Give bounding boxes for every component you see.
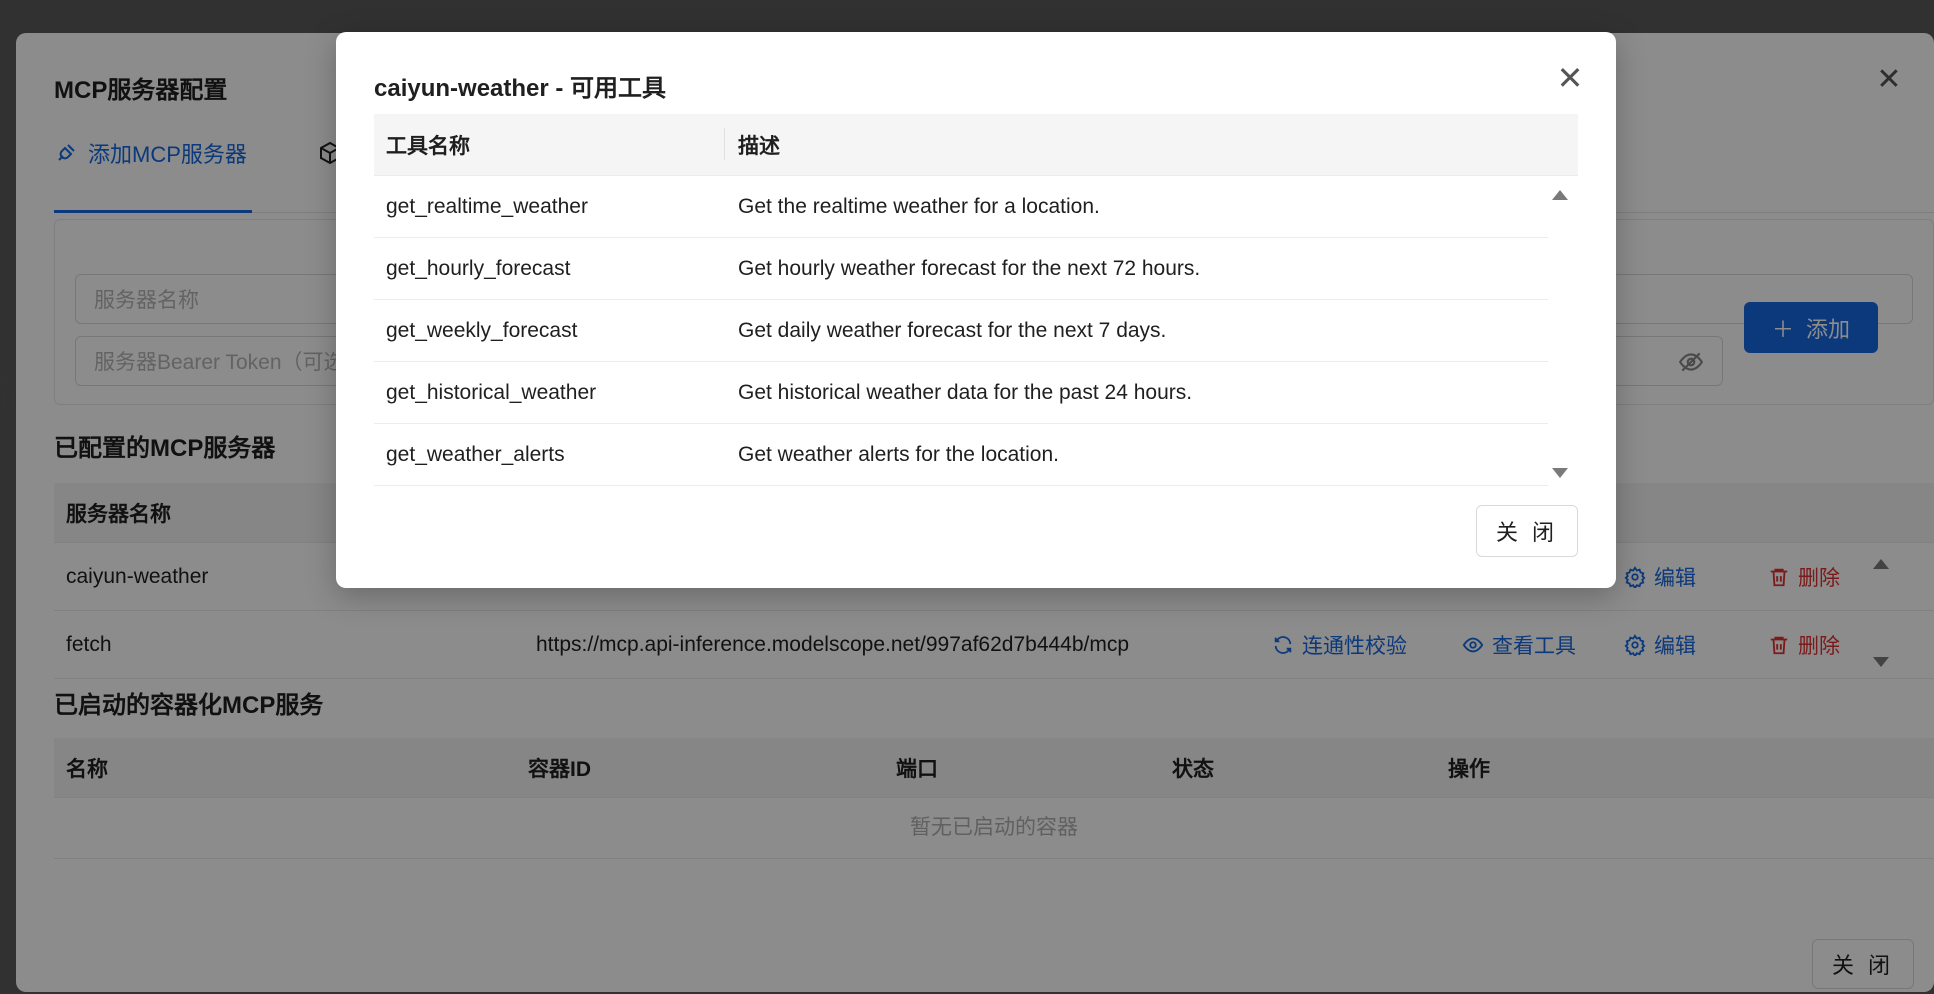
- scroll-down-arrow[interactable]: [1552, 468, 1568, 478]
- column-header-tool-name: 工具名称: [386, 134, 470, 158]
- close-icon[interactable]: ✕: [1552, 60, 1588, 96]
- table-row: get_realtime_weather Get the realtime we…: [374, 176, 1548, 238]
- tool-name: get_historical_weather: [386, 380, 597, 404]
- clipped-text: 搬订: [0, 369, 14, 411]
- tool-name: get_hourly_forecast: [386, 256, 571, 280]
- tool-description: Get hourly weather forecast for the next…: [738, 256, 1201, 280]
- table-row: get_hourly_forecast Get hourly weather f…: [374, 238, 1548, 300]
- tools-table: 工具名称 描述 get_realtime_weather Get the rea…: [374, 114, 1578, 486]
- table-header: 工具名称 描述: [374, 114, 1578, 176]
- table-row: get_weather_alerts Get weather alerts fo…: [374, 424, 1548, 486]
- column-divider: [724, 128, 725, 160]
- table-row: get_weekly_forecast Get daily weather fo…: [374, 300, 1548, 362]
- tool-name: get_weather_alerts: [386, 442, 565, 466]
- tool-description: Get the realtime weather for a location.: [738, 194, 1100, 218]
- modal-close-button[interactable]: 关 闭: [1476, 505, 1578, 557]
- scroll-up-arrow[interactable]: [1552, 190, 1568, 200]
- tool-description: Get daily weather forecast for the next …: [738, 318, 1167, 342]
- tool-name: get_realtime_weather: [386, 194, 588, 218]
- tool-description: Get weather alerts for the location.: [738, 442, 1059, 466]
- tools-modal: caiyun-weather - 可用工具 ✕ 工具名称 描述 get_real…: [336, 32, 1616, 588]
- tool-name: get_weekly_forecast: [386, 318, 578, 342]
- tool-description: Get historical weather data for the past…: [738, 380, 1193, 404]
- modal-title: caiyun-weather - 可用工具: [374, 75, 667, 102]
- table-row: get_historical_weather Get historical we…: [374, 362, 1548, 424]
- column-header-description: 描述: [738, 134, 780, 158]
